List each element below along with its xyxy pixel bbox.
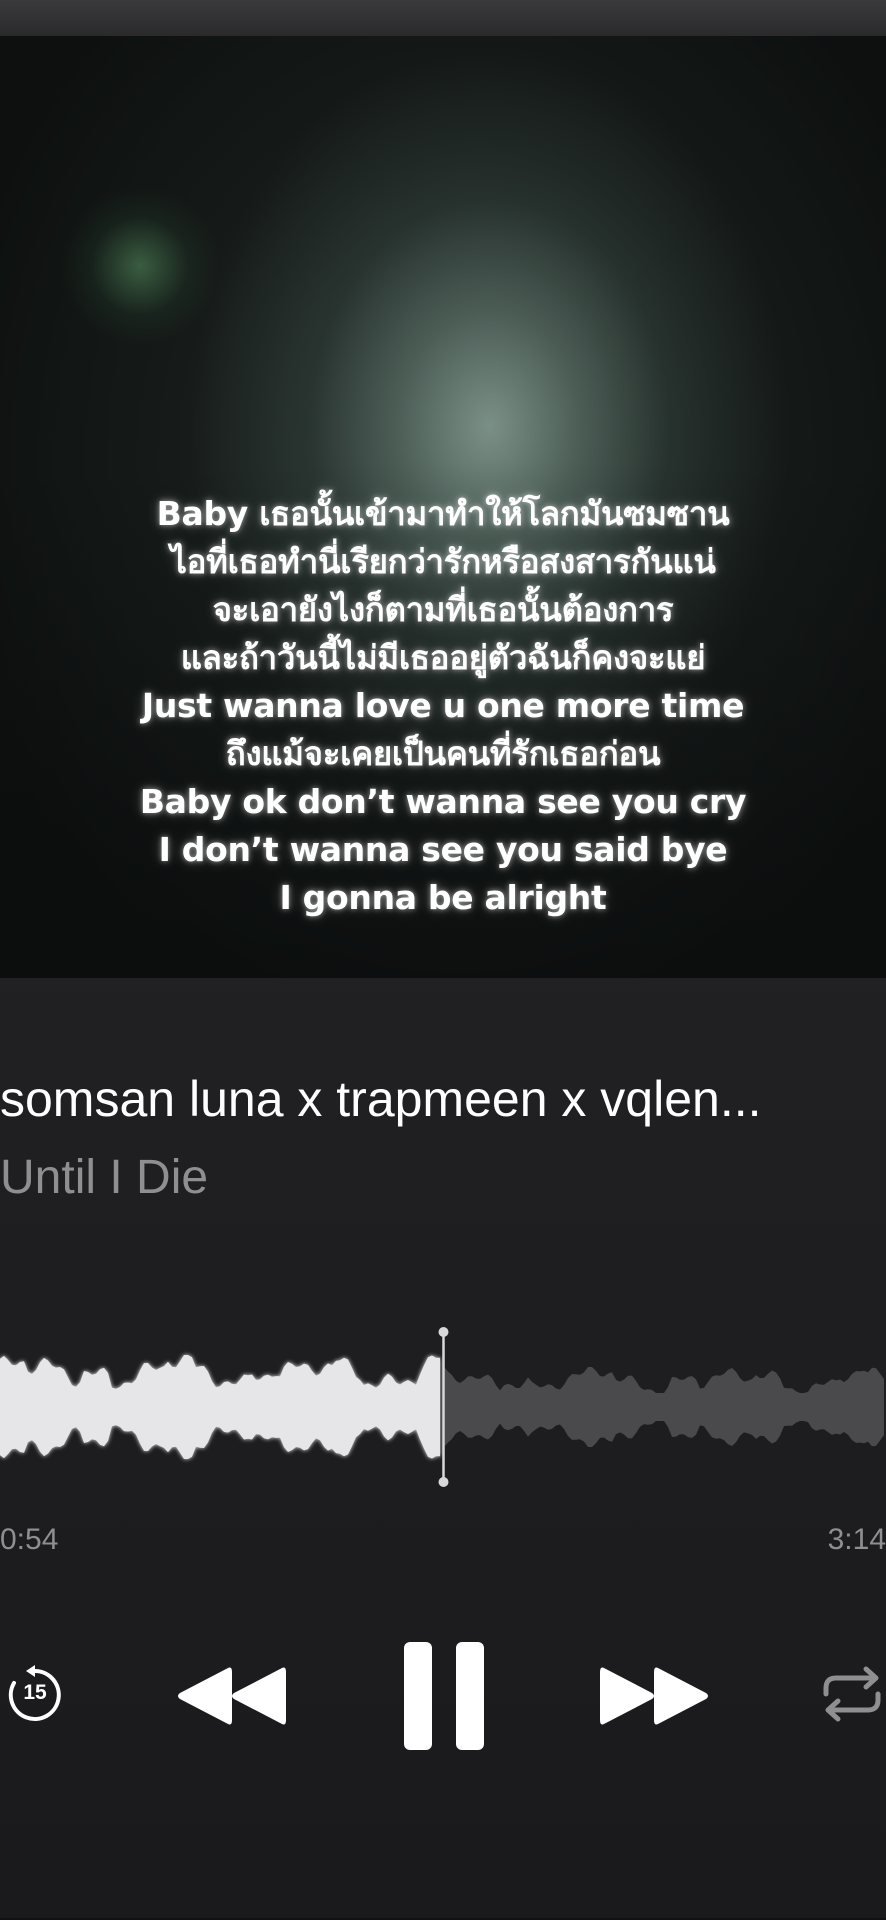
- lyric-line: I don’t wanna see you said bye: [158, 830, 728, 869]
- elapsed-time: 0:54: [0, 1523, 59, 1556]
- status-strip: [0, 0, 886, 36]
- fast-forward-button[interactable]: [600, 1664, 712, 1728]
- lyric-line: Baby ok don’t wanna see you cry: [139, 782, 747, 821]
- artist-name[interactable]: somsan luna x trapmeen x vqlen...: [0, 1068, 860, 1130]
- fast-forward-icon: [600, 1667, 708, 1725]
- waveform-unplayed: [444, 1367, 884, 1447]
- repeat-button[interactable]: [818, 1664, 886, 1724]
- total-time: 3:14: [827, 1523, 886, 1556]
- skip-back-15-button[interactable]: 15: [4, 1664, 66, 1726]
- rewind-icon: [178, 1667, 286, 1725]
- song-title[interactable]: Until I Die: [0, 1148, 208, 1208]
- rewind-button[interactable]: [174, 1664, 286, 1728]
- lyric-line: ไอที่เธอทำนี่เรียกว่ารักหรือสงสารกันแน่: [170, 542, 716, 581]
- playhead-bottom-knob: [438, 1477, 449, 1487]
- pause-icon: [404, 1642, 484, 1750]
- lyric-line: Just wanna love u one more time: [141, 686, 745, 725]
- lyric-line: จะเอายังไงก็ตามที่เธอนั้นต้องการ: [212, 590, 674, 629]
- lyric-line: และถ้าวันนี้ไม่มีเธออยู่ตัวฉันก็คงจะแย่: [180, 638, 706, 677]
- waveform-played: [0, 1355, 440, 1459]
- skip-back-seconds: 15: [23, 1681, 47, 1704]
- repeat-icon: [823, 1666, 881, 1722]
- waveform-scrubber[interactable]: [0, 1322, 886, 1492]
- playback-controls: 15: [0, 1620, 886, 1770]
- lyrics-block: Baby เธอนั้นเข้ามาทำให้โลกมันซมซาน ไอที่…: [60, 490, 826, 922]
- lyric-line: I gonna be alright: [279, 878, 607, 917]
- now-playing-screen: Baby เธอนั้นเข้ามาทำให้โลกมันซมซาน ไอที่…: [0, 0, 886, 1920]
- pause-button[interactable]: [400, 1640, 488, 1752]
- lyric-line: Baby เธอนั้นเข้ามาทำให้โลกมันซมซาน: [156, 494, 730, 533]
- playhead-top-knob: [438, 1327, 449, 1337]
- lyric-line: ถึงแม้จะเคยเป็นคนที่รักเธอก่อน: [225, 734, 661, 773]
